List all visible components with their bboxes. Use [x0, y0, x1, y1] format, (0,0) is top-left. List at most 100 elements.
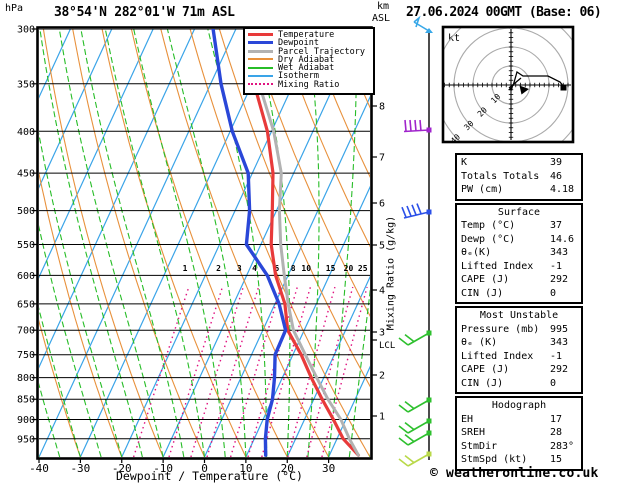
temp-tick-label: -40 — [29, 462, 49, 475]
indices-panel: K 39 Totals Totals 46 PW (cm) 4.18 Surface Temp… — [455, 153, 583, 473]
pressure-axis-unit: hPa — [5, 3, 24, 14]
wind-barb — [398, 430, 432, 446]
copyright: © weatheronline.co.uk — [430, 466, 599, 481]
temp-tick-label: -30 — [70, 462, 90, 475]
pressure-tick-label: 400 — [17, 127, 35, 138]
index-label: StmSpd (kt) — [461, 454, 528, 465]
wind-barb-feather — [404, 433, 415, 443]
index-label: EH — [461, 413, 474, 425]
wind-profile-staff — [398, 15, 433, 467]
dry-adiabat-line — [72, 29, 206, 457]
index-label: CAPE (J) — [461, 274, 510, 285]
wind-barb-feather — [404, 454, 415, 464]
indices-table-row: StmDir 283° — [457, 440, 581, 454]
wet-adiabat-line — [0, 29, 18, 457]
index-label: Lifted Index — [461, 260, 534, 272]
indices-table-title: Hodograph — [491, 400, 547, 411]
index-value: 0 — [550, 377, 557, 389]
pressure-tick-label: 850 — [17, 395, 35, 406]
index-value: 292 — [550, 274, 569, 285]
hodograph-ring-label: 30 — [462, 119, 475, 132]
mixing-ratio-value-label: 15 — [326, 264, 336, 273]
indices-table: Surface Temp (°C) 37 Dewp (°C) 14.6 θₑ(K) 343 L… — [455, 202, 583, 304]
legend-swatch — [248, 66, 273, 69]
pressure-tick-label: 550 — [17, 240, 35, 251]
indices-table-row: K 39 — [457, 156, 581, 170]
index-label: Lifted Index — [461, 350, 534, 362]
hodograph-ring-label: 20 — [476, 105, 489, 118]
wind-barb — [403, 119, 432, 133]
index-value: 37 — [550, 220, 563, 231]
legend-swatch — [248, 74, 273, 77]
wind-barb-feather — [419, 119, 422, 132]
mixing-ratio-value-label: 10 — [301, 264, 311, 273]
indices-table-title: Most Unstable — [479, 310, 559, 321]
mixing-ratio-value-label: 25 — [358, 264, 368, 273]
legend-swatch — [248, 41, 273, 45]
indices-table-title: Surface — [497, 206, 541, 218]
index-value: 292 — [550, 364, 569, 375]
hodograph-ring-label: 40 — [449, 132, 462, 145]
legend-item: Mixing Ratio — [248, 81, 373, 89]
index-value: 995 — [550, 323, 569, 335]
legend-swatch — [248, 58, 273, 61]
station-title: 38°54'N 282°01'W 71m ASL — [54, 5, 235, 20]
wind-barb-feather — [404, 400, 415, 410]
wind-barb-feather — [414, 119, 417, 132]
wind-barb — [398, 330, 432, 346]
pressure-tick-label: 800 — [17, 373, 35, 384]
wet-adiabat-line — [104, 29, 206, 457]
wind-barb-feather — [416, 203, 422, 214]
legend-label: Mixing Ratio — [278, 79, 340, 90]
pressure-tick-label: 950 — [17, 434, 35, 445]
indices-table-row: StmSpd (kt) 15 — [457, 453, 581, 467]
index-value: 343 — [550, 247, 569, 258]
index-label: Totals Totals — [461, 170, 540, 182]
km-tick-label: 8 — [379, 102, 385, 113]
pressure-tick-label: 900 — [17, 415, 35, 426]
index-value: 28 — [550, 427, 563, 438]
indices-table-row: CIN (J) 0 — [457, 377, 581, 391]
index-value: 39 — [550, 157, 563, 168]
index-value: 343 — [550, 337, 569, 348]
pressure-tick-label: 500 — [17, 206, 35, 217]
wind-barb-feather — [404, 421, 415, 431]
index-value: 283° — [550, 440, 575, 452]
indices-table-row: EH 17 — [457, 413, 581, 427]
altitude-axis-unit-km: km — [377, 1, 390, 12]
indices-table-row: Dewp (°C) 14.6 — [457, 233, 581, 247]
indices-table-row: θₑ (K) 343 — [457, 336, 581, 350]
pressure-tick-label: 600 — [17, 271, 35, 282]
indices-table-row: PW (cm) 4.18 — [457, 183, 581, 197]
pressure-tick-label: 300 — [17, 25, 35, 36]
index-label: θₑ (K) — [461, 337, 498, 348]
pressure-tick-label: 650 — [17, 299, 35, 310]
indices-table-row: Temp (°C) 37 — [457, 219, 581, 233]
wind-barb — [413, 15, 433, 33]
indices-table-row: θₑ(K) 343 — [457, 246, 581, 260]
index-value: 14.6 — [550, 233, 575, 245]
chart-legend: Temperature Dewpoint Parcel Trajectory Dry … — [243, 27, 375, 95]
legend-swatch — [248, 33, 273, 36]
pressure-tick-label: 350 — [17, 79, 35, 90]
indices-table-row: Pressure (mb) 995 — [457, 323, 581, 337]
mixing-ratio-value-label: 2 — [216, 264, 221, 273]
mixing-ratio-value-label: 8 — [291, 264, 296, 273]
wind-barb-feather — [404, 119, 407, 132]
pressure-tick-label: 700 — [17, 326, 35, 337]
indices-table-row: Totals Totals 46 — [457, 170, 581, 184]
indices-table-row: CAPE (J) 292 — [457, 363, 581, 377]
mixing-ratio-value-label: 20 — [344, 264, 354, 273]
km-tick-label: 5 — [379, 241, 385, 252]
wind-barb-feather — [398, 404, 409, 413]
mixing-ratio-line — [190, 286, 244, 457]
wind-barb-stem — [403, 211, 430, 219]
wind-barb-feather — [398, 425, 409, 434]
km-tick-label: 4 — [379, 286, 385, 297]
pressure-tick-label: 450 — [17, 169, 35, 180]
datetime-title: 27.06.2024 00GMT (Base: 06) — [406, 5, 602, 20]
wind-barb-feather — [398, 437, 409, 446]
hodograph-plot: 10203040 — [443, 27, 573, 145]
wind-barb-feather — [398, 458, 409, 467]
index-label: Pressure (mb) — [461, 323, 540, 335]
